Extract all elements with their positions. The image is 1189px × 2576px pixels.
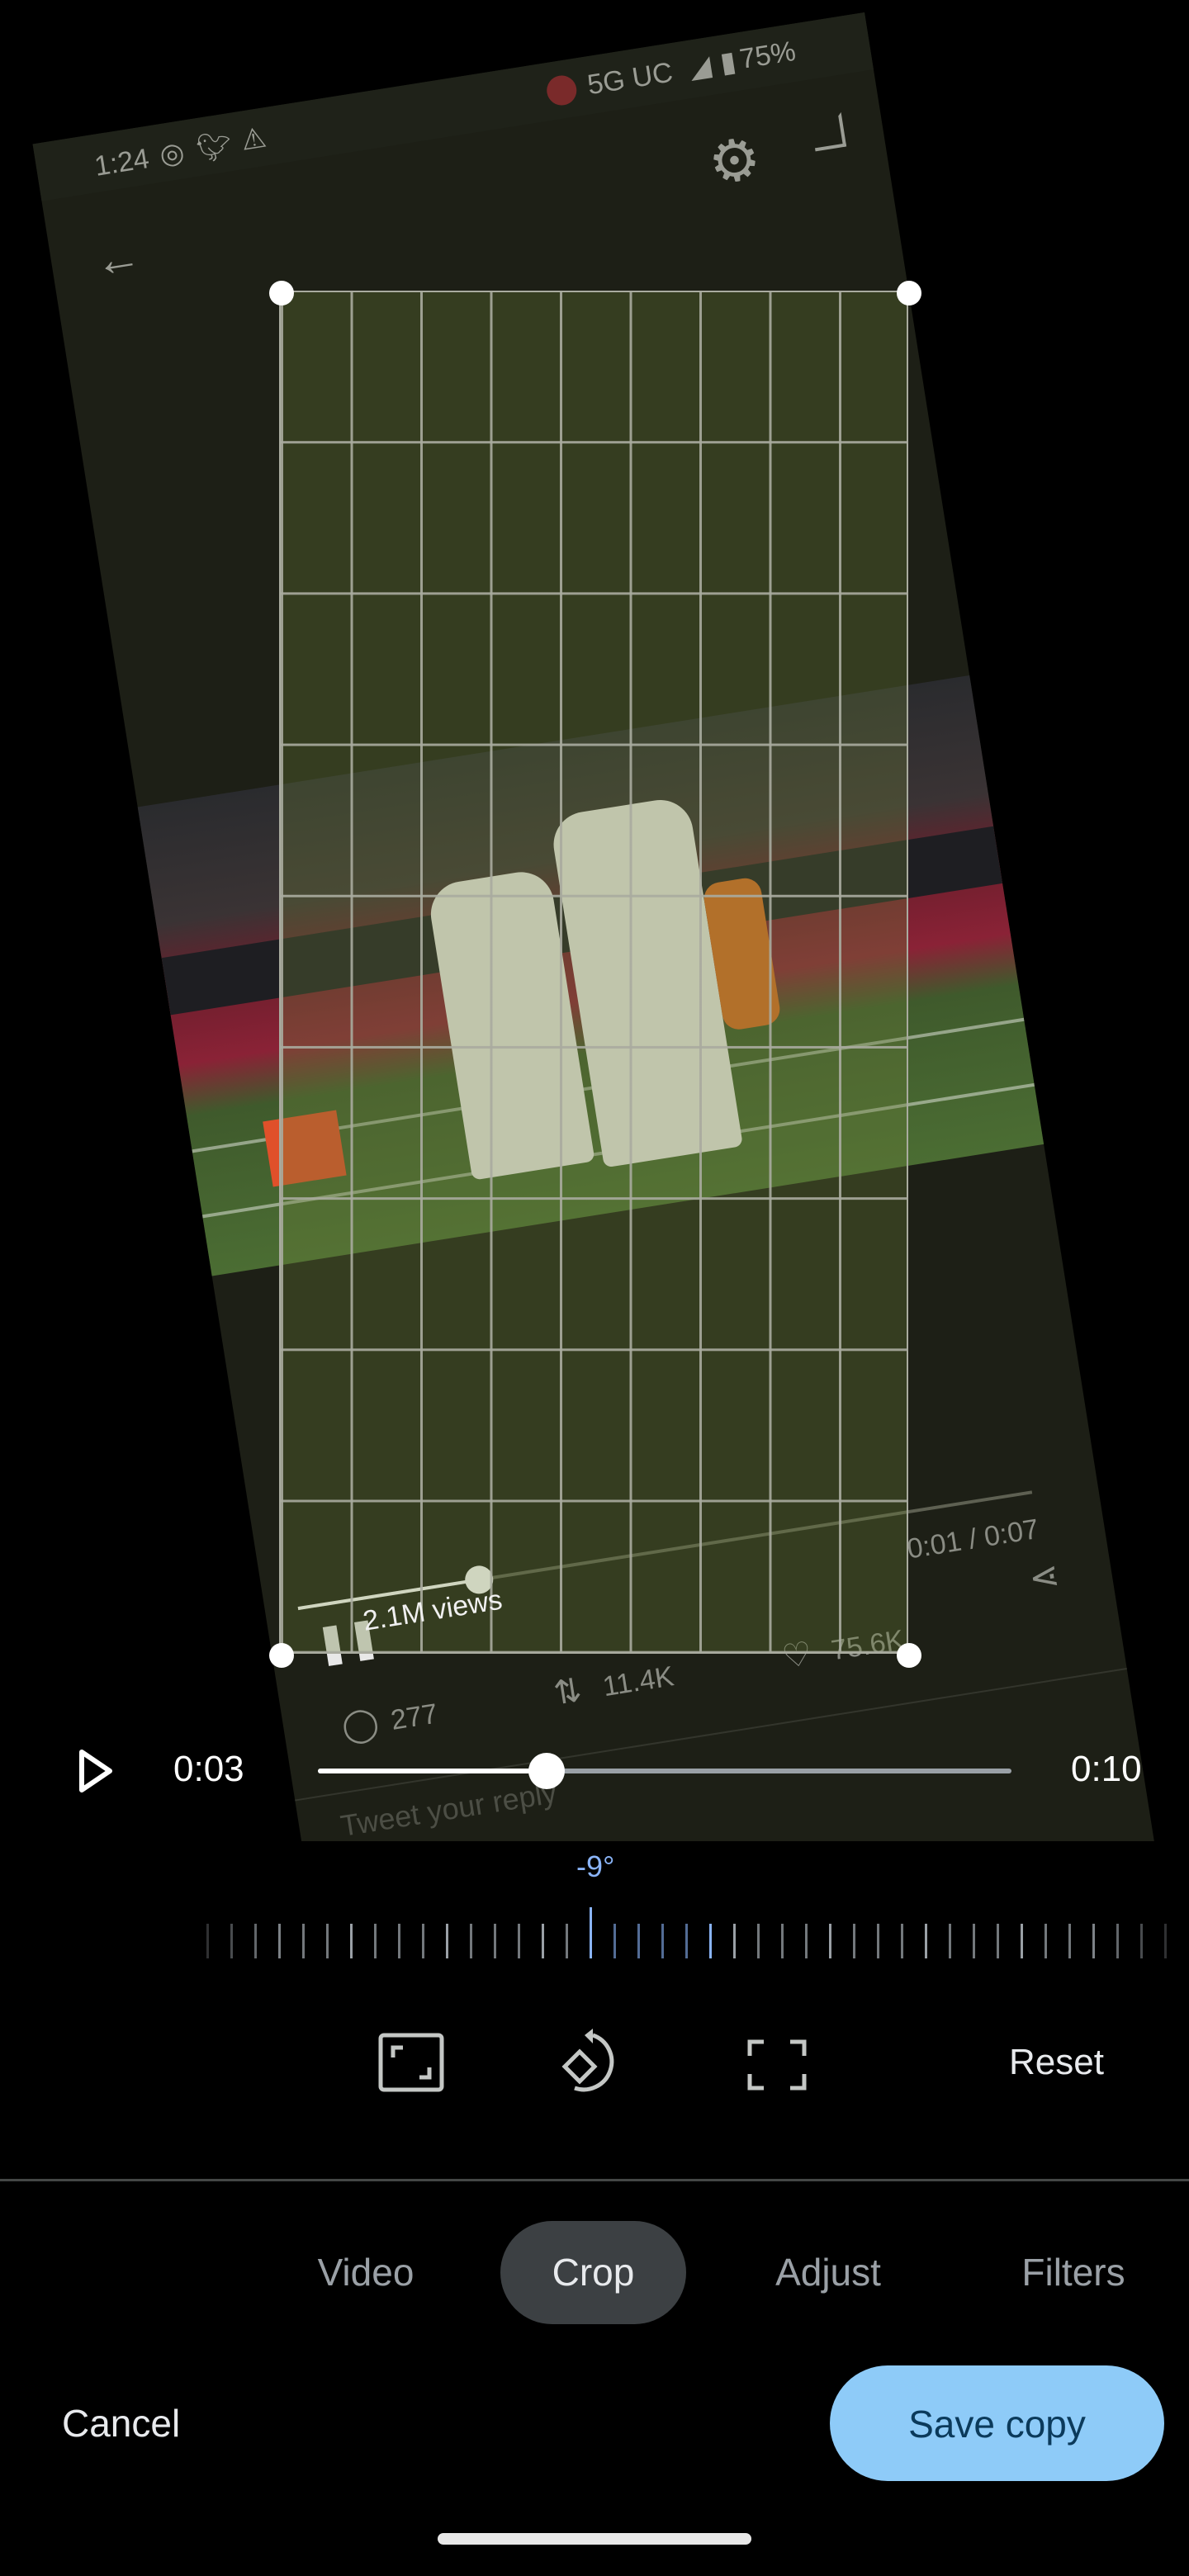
tweet-video-time: 0:01 / 0:07 (904, 1513, 1041, 1565)
dial-tick (446, 1924, 448, 1958)
crop-frame[interactable] (279, 291, 908, 1654)
tab-filters[interactable]: Filters (1007, 2221, 1139, 2324)
retweet-count: 11.4K (600, 1660, 676, 1703)
dial-tick (374, 1924, 377, 1958)
dial-tick (853, 1924, 855, 1958)
dial-tick (542, 1924, 544, 1958)
dial-tick (829, 1924, 831, 1958)
exit-icon (810, 111, 847, 152)
dial-tick (350, 1924, 353, 1958)
screen-record-icon: ◎ (157, 136, 187, 172)
reset-button[interactable]: Reset (1009, 2042, 1104, 2083)
crop-handle-bottom-left[interactable] (269, 1643, 294, 1668)
divider (0, 2179, 1189, 2181)
video-scrubber[interactable] (318, 1753, 1011, 1789)
current-time: 0:03 (173, 1749, 244, 1789)
dial-tick (326, 1924, 329, 1958)
dial-tick (566, 1924, 568, 1958)
rotate-icon[interactable] (558, 2027, 628, 2096)
cancel-button[interactable]: Cancel (62, 2401, 180, 2446)
dial-tick (949, 1924, 951, 1958)
dial-tick (422, 1924, 424, 1958)
dial-tick (1092, 1924, 1095, 1958)
dial-tick (206, 1924, 209, 1958)
home-indicator[interactable] (438, 2533, 751, 2545)
dial-tick (805, 1924, 808, 1958)
reply-icon: ◯ (339, 1703, 381, 1746)
dial-tick (1068, 1924, 1071, 1958)
warning-icon: ⚠ (239, 121, 269, 157)
dial-tick (230, 1924, 233, 1958)
retweet-icon: ⇅ (551, 1671, 585, 1712)
reply-placeholder: Tweet your reply (338, 1775, 559, 1841)
dial-tick (470, 1924, 472, 1958)
dial-tick (278, 1924, 281, 1958)
tab-adjust[interactable]: Adjust (760, 2221, 897, 2324)
save-copy-button[interactable]: Save copy (830, 2365, 1164, 2481)
free-crop-icon[interactable] (747, 2039, 807, 2091)
divider (295, 1667, 1127, 1802)
straighten-angle: -9° (576, 1849, 615, 1883)
dial-tick (877, 1924, 879, 1958)
twitter-icon: 🐦︎ (194, 129, 234, 166)
crop-handle-top-left[interactable] (269, 281, 294, 305)
dial-tick (613, 1924, 616, 1958)
tab-crop[interactable]: Crop (500, 2221, 686, 2324)
duration: 0:10 (1071, 1749, 1142, 1789)
aspect-ratio-icon[interactable] (378, 2033, 444, 2092)
media-preview: 1:24 ◎ 🐦︎ ⚠ 5G UC ◢ ▮ 75% ← ⚙ ❚❚ 0:01 / … (0, 0, 1189, 1841)
dial-tick (1021, 1924, 1023, 1958)
reply-count: 277 (388, 1698, 440, 1736)
dial-tick (901, 1924, 903, 1958)
dial-tick (709, 1924, 712, 1958)
dial-tick (590, 1907, 592, 1958)
crop-handle-top-right[interactable] (897, 281, 921, 305)
dial-tick (997, 1924, 999, 1958)
dial-tick (1140, 1924, 1143, 1958)
dial-tick (685, 1924, 688, 1958)
dial-tick (302, 1924, 305, 1958)
dial-tick (925, 1924, 927, 1958)
dial-tick (1045, 1924, 1047, 1958)
dial-tick (733, 1924, 736, 1958)
gear-icon: ⚙ (703, 125, 765, 197)
share-icon: ⋖ (1026, 1554, 1063, 1599)
tab-video[interactable]: Video (306, 2221, 426, 2324)
dial-tick (781, 1924, 784, 1958)
crop-handle-bottom-right[interactable] (897, 1643, 921, 1668)
straighten-dial[interactable] (206, 1907, 1167, 1965)
dial-tick (637, 1924, 640, 1958)
dial-tick (661, 1924, 664, 1958)
dial-tick (973, 1924, 975, 1958)
dial-tick (1116, 1924, 1119, 1958)
scrubber-thumb[interactable] (528, 1753, 566, 1789)
play-icon[interactable] (78, 1749, 113, 1793)
dial-tick (254, 1924, 257, 1958)
dial-tick (494, 1924, 496, 1958)
dial-tick (1164, 1924, 1167, 1958)
back-arrow-icon: ← (90, 229, 145, 288)
scrubber-fill (318, 1769, 547, 1773)
dial-tick (518, 1924, 520, 1958)
dial-tick (757, 1924, 760, 1958)
dial-tick (398, 1924, 400, 1958)
